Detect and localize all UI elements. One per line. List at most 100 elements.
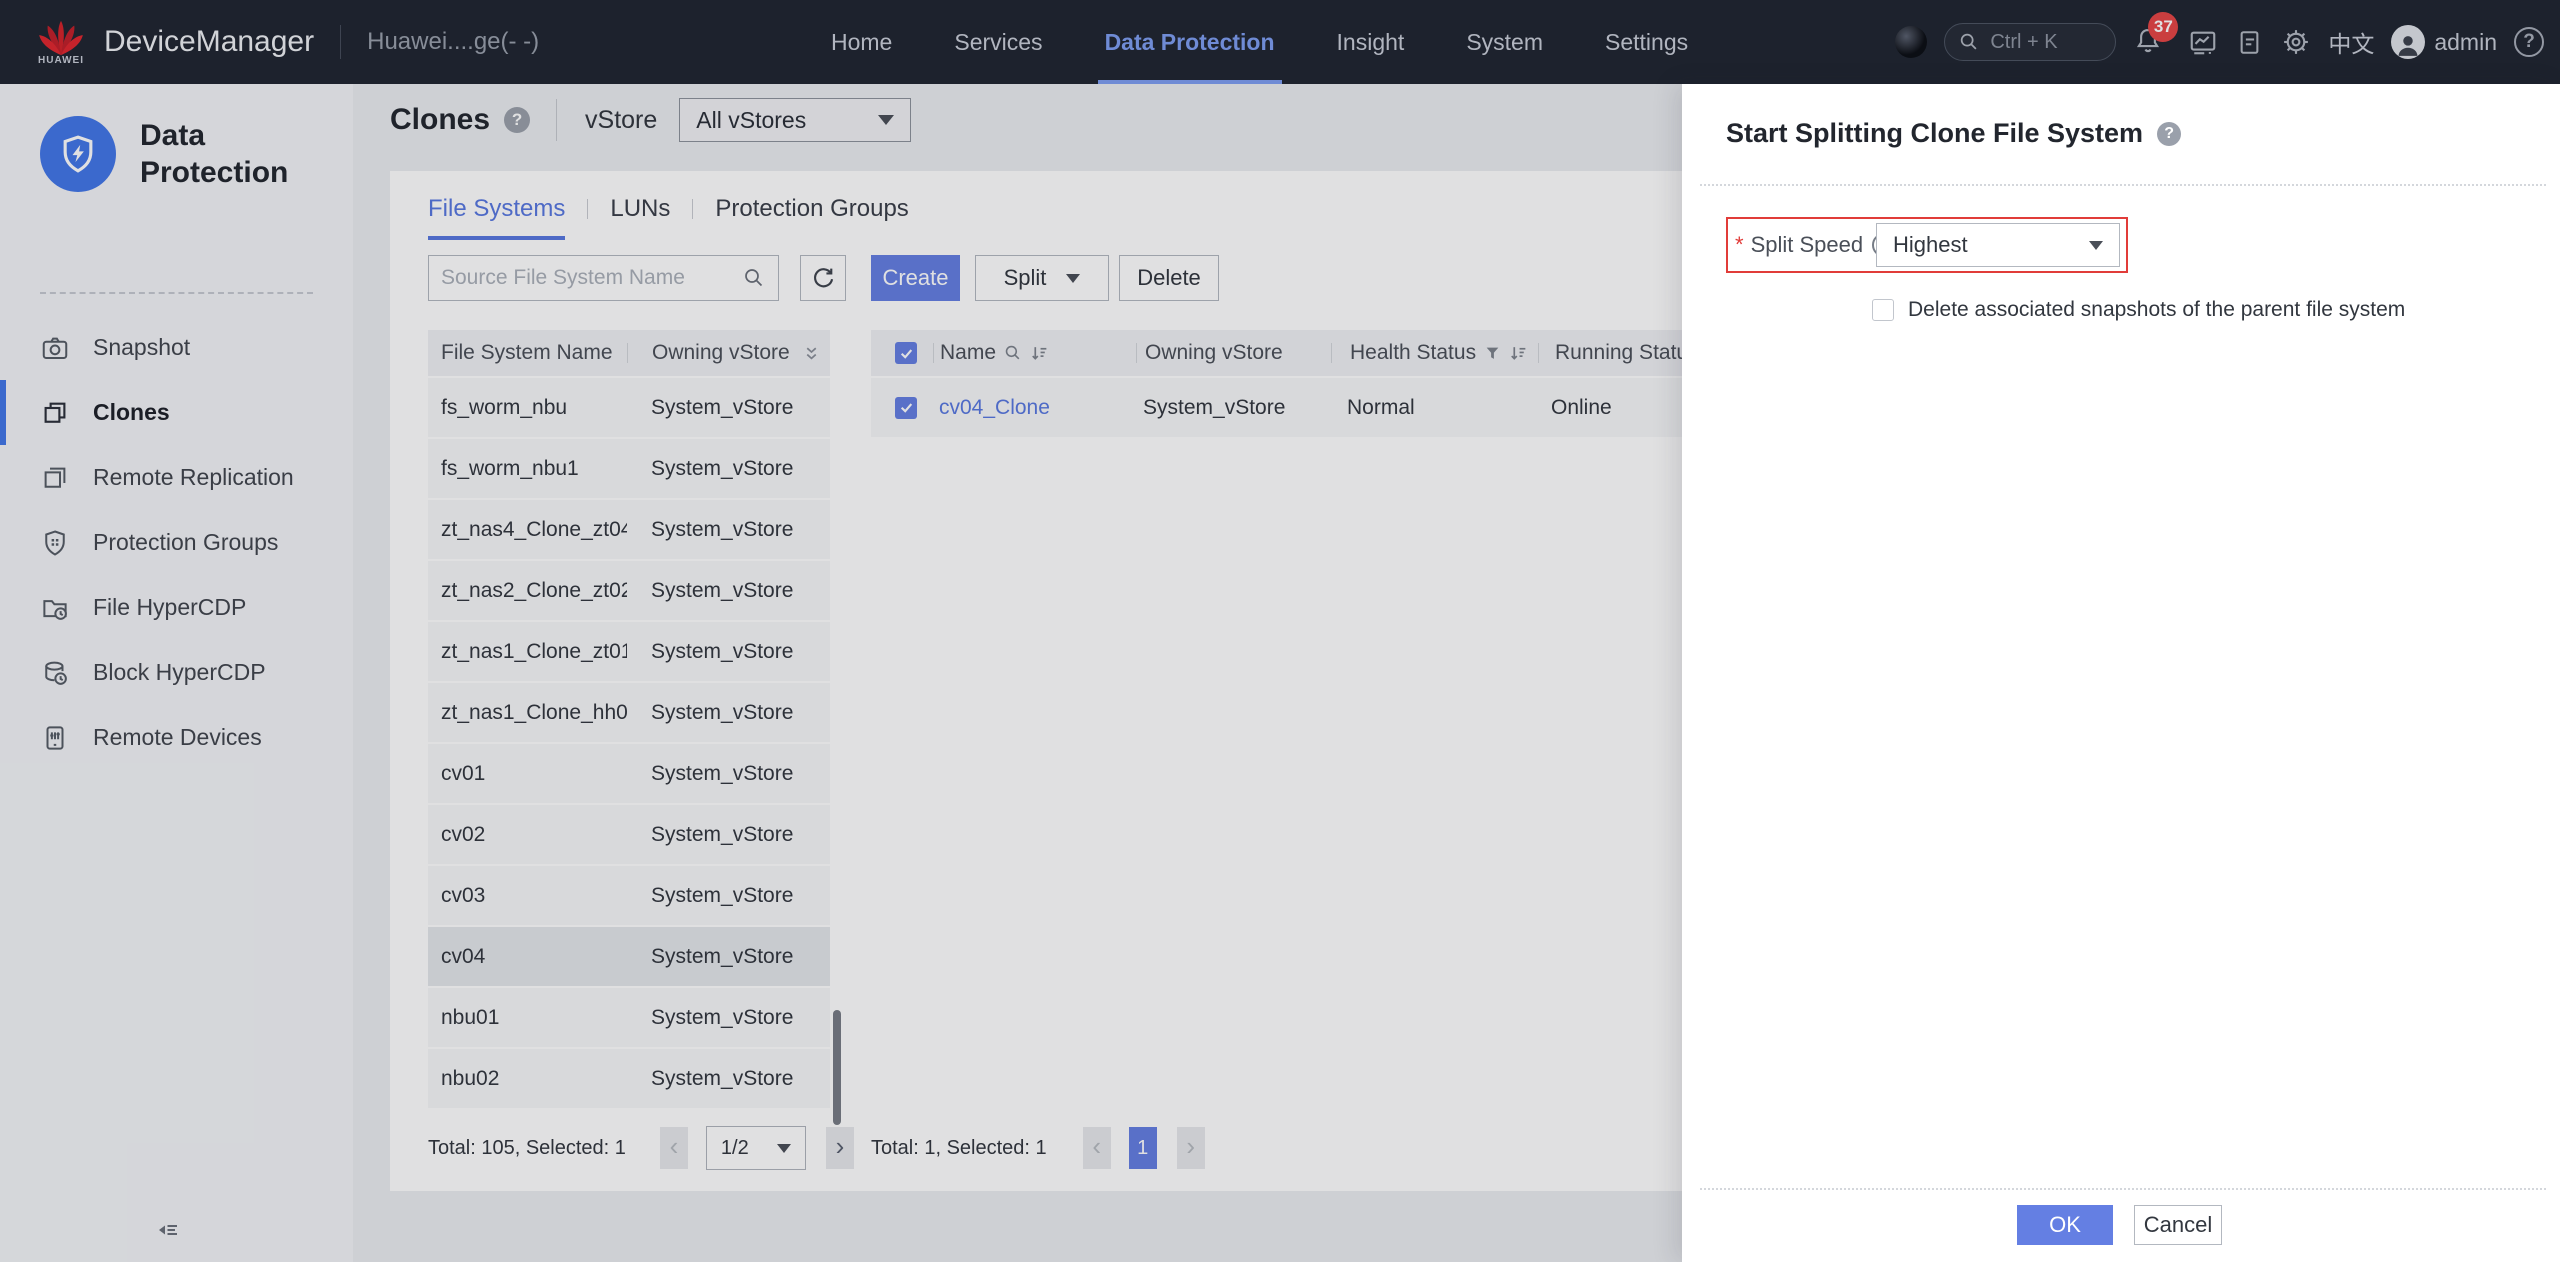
global-search[interactable]: Ctrl + K xyxy=(1944,23,2116,61)
sidebar-menu: Snapshot Clones Remote Replication xyxy=(0,315,353,770)
sidebar-item-block-hypercdp[interactable]: Block HyperCDP xyxy=(0,640,353,705)
nav-item-services[interactable]: Services xyxy=(923,0,1073,84)
split-button[interactable]: Split xyxy=(975,255,1109,301)
vstore-select[interactable]: All vStores xyxy=(679,98,911,142)
nav-item-insight[interactable]: Insight xyxy=(1306,0,1436,84)
column-settings-chevrons-icon[interactable] xyxy=(803,345,820,362)
delete-snapshots-checkbox[interactable] xyxy=(1872,299,1894,321)
nav-item-home[interactable]: Home xyxy=(800,0,923,84)
refresh-button[interactable] xyxy=(800,255,846,301)
device-status-icon[interactable] xyxy=(1895,26,1927,58)
tab-protection-groups[interactable]: Protection Groups xyxy=(715,195,908,236)
source-pagination: Total: 105, Selected: 1 ‹ 1/2 › xyxy=(428,1126,854,1170)
page-help-icon[interactable]: ? xyxy=(504,107,530,133)
table-row-selected[interactable]: cv04System_vStore xyxy=(428,927,830,986)
task-log-icon[interactable] xyxy=(2235,28,2264,57)
row-checkbox[interactable] xyxy=(895,397,917,419)
clones-icon xyxy=(40,398,70,428)
table-row[interactable]: zt_nas4_Clone_zt04System_vStore xyxy=(428,500,830,559)
clone-prev-page-button[interactable]: ‹ xyxy=(1083,1127,1111,1169)
table-row[interactable]: zt_nas1_Clone_hh0...System_vStore xyxy=(428,683,830,742)
table-row[interactable]: nbu01System_vStore xyxy=(428,988,830,1047)
delete-snapshots-option: Delete associated snapshots of the paren… xyxy=(1872,298,2405,322)
sidebar-item-protection-groups[interactable]: Protection Groups xyxy=(0,510,353,575)
clone-vstore: System_vStore xyxy=(1135,396,1329,420)
clone-table-row[interactable]: cv04_Clone System_vStore Normal Online xyxy=(871,378,1727,437)
table-row[interactable]: cv01System_vStore xyxy=(428,744,830,803)
sidebar-item-clones[interactable]: Clones xyxy=(0,380,353,445)
sidebar-item-snapshot[interactable]: Snapshot xyxy=(0,315,353,380)
sidebar-item-remote-devices[interactable]: Remote Devices xyxy=(0,705,353,770)
brand-group: HUAWEI DeviceManager Huawei....ge(- -) xyxy=(38,0,539,84)
table-row[interactable]: cv02System_vStore xyxy=(428,805,830,864)
filter-icon[interactable] xyxy=(1484,345,1501,362)
data-protection-shield-icon xyxy=(40,116,116,192)
source-search-input[interactable] xyxy=(441,266,742,290)
table-row[interactable]: nbu02System_vStore xyxy=(428,1049,830,1108)
huawei-logo-icon: HUAWEI xyxy=(38,19,84,66)
username[interactable]: admin xyxy=(2434,29,2497,56)
drawer-top-divider xyxy=(1700,184,2546,186)
column-name[interactable]: Name xyxy=(934,341,1136,365)
sidebar-item-label: Remote Devices xyxy=(93,724,262,751)
nav-item-system[interactable]: System xyxy=(1435,0,1574,84)
vstore-selected-value: All vStores xyxy=(696,107,806,134)
nav-item-settings[interactable]: Settings xyxy=(1574,0,1719,84)
split-speed-label: Split Speed xyxy=(1751,232,1864,258)
source-page-value: 1/2 xyxy=(721,1137,749,1160)
delete-button[interactable]: Delete xyxy=(1119,255,1219,301)
tab-luns[interactable]: LUNs xyxy=(610,195,670,236)
sidebar-item-remote-replication[interactable]: Remote Replication xyxy=(0,445,353,510)
clone-table: Name Owning vStore Health Status Runn xyxy=(871,330,1727,437)
sidebar-item-label: File HyperCDP xyxy=(93,594,246,621)
column-file-system-name[interactable]: File System Name xyxy=(428,341,627,365)
table-row[interactable]: fs_worm_nbu1System_vStore xyxy=(428,439,830,498)
settings-gear-icon[interactable] xyxy=(2281,27,2311,57)
split-speed-field-highlight: * Split Speed ? Highest xyxy=(1726,217,2128,273)
sidebar-title: Data Protection xyxy=(140,117,288,192)
source-table-scrollbar[interactable] xyxy=(833,1010,841,1125)
column-owning-vstore[interactable]: Owning vStore xyxy=(628,341,790,365)
delete-snapshots-label: Delete associated snapshots of the paren… xyxy=(1908,298,2405,322)
source-page-select[interactable]: 1/2 xyxy=(706,1126,806,1170)
clone-name-link[interactable]: cv04_Clone xyxy=(939,396,1050,420)
top-navbar: HUAWEI DeviceManager Huawei....ge(- -) H… xyxy=(0,0,2560,84)
column-health-status[interactable]: Health Status xyxy=(1332,341,1538,365)
help-button[interactable]: ? xyxy=(2514,27,2544,57)
table-row[interactable]: zt_nas2_Clone_zt02System_vStore xyxy=(428,561,830,620)
sidebar-collapse-button[interactable] xyxy=(155,1217,181,1248)
clone-page-1-button[interactable]: 1 xyxy=(1129,1127,1157,1169)
tab-file-systems[interactable]: File Systems xyxy=(428,195,565,240)
table-row[interactable]: zt_nas1_Clone_zt01System_vStore xyxy=(428,622,830,681)
create-button[interactable]: Create xyxy=(871,255,960,301)
page-header: Clones ? vStore All vStores xyxy=(390,97,911,143)
column-search-icon[interactable] xyxy=(1004,344,1022,362)
nav-item-data-protection[interactable]: Data Protection xyxy=(1074,0,1306,84)
sidebar-item-file-hypercdp[interactable]: File HyperCDP xyxy=(0,575,353,640)
performance-monitor-icon[interactable] xyxy=(2188,27,2218,57)
select-all-checkbox[interactable] xyxy=(895,342,917,364)
cancel-button[interactable]: Cancel xyxy=(2134,1205,2222,1245)
sidebar-item-label: Protection Groups xyxy=(93,529,278,556)
clone-health-status: Normal xyxy=(1329,396,1535,420)
search-icon[interactable] xyxy=(742,266,766,290)
sort-icon[interactable] xyxy=(1509,344,1528,363)
column-owning-vstore[interactable]: Owning vStore xyxy=(1137,341,1331,365)
notifications-button[interactable]: 37 xyxy=(2133,25,2163,60)
source-next-page-button[interactable]: › xyxy=(826,1127,854,1169)
chevron-down-icon xyxy=(1066,274,1080,283)
clone-next-page-button[interactable]: › xyxy=(1177,1127,1205,1169)
language-switch[interactable]: 中文 xyxy=(2328,25,2374,59)
split-speed-select[interactable]: Highest xyxy=(1876,223,2120,267)
drawer-help-icon[interactable]: ? xyxy=(2157,122,2181,146)
source-prev-page-button[interactable]: ‹ xyxy=(660,1127,688,1169)
table-row[interactable]: cv03System_vStore xyxy=(428,866,830,925)
table-row[interactable]: fs_worm_nbuSystem_vStore xyxy=(428,378,830,437)
device-name[interactable]: Huawei....ge(- -) xyxy=(367,28,539,56)
notification-badge: 37 xyxy=(2148,12,2178,42)
user-avatar[interactable] xyxy=(2391,25,2425,59)
ok-button[interactable]: OK xyxy=(2017,1205,2113,1245)
sort-icon[interactable] xyxy=(1030,344,1049,363)
sidebar-header: Data Protection xyxy=(40,116,288,192)
clones-card: File Systems LUNs Protection Groups xyxy=(390,171,1727,1191)
